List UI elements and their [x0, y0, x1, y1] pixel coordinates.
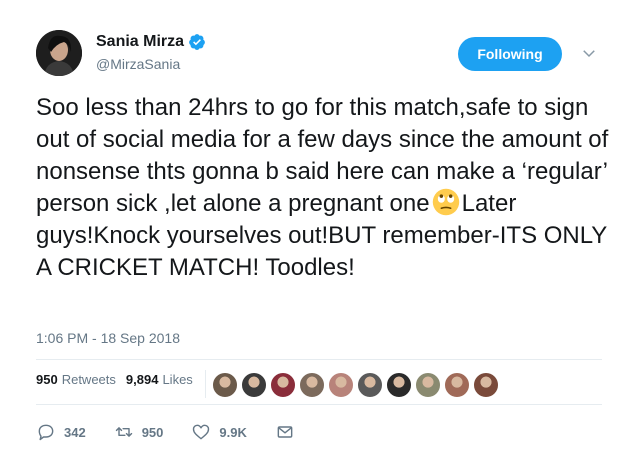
user-avatar[interactable] [36, 30, 82, 76]
divider-top [36, 359, 602, 360]
chevron-down-icon[interactable] [580, 44, 598, 62]
tweet-card: Sania Mirza @MirzaSania Following Soo le… [0, 0, 636, 468]
liker-avatar[interactable] [270, 372, 296, 398]
tweet-text-part1: Soo less than 24hrs to go for this match… [36, 94, 615, 217]
likes-label[interactable]: Likes [162, 372, 192, 387]
heart-icon [193, 424, 210, 440]
retweets-count[interactable]: 950 [36, 372, 58, 387]
user-handle[interactable]: @MirzaSania [96, 56, 180, 72]
liker-avatar[interactable] [241, 372, 267, 398]
liker-avatar[interactable] [473, 372, 499, 398]
direct-message-button[interactable] [275, 422, 303, 442]
retweet-button[interactable]: 950 [114, 422, 164, 442]
likes-count[interactable]: 9,894 [126, 372, 159, 387]
envelope-icon [277, 426, 293, 438]
reply-icon [38, 424, 54, 441]
likers-divider [205, 370, 206, 398]
tweet-actions: 342 950 9.9K [36, 422, 331, 442]
liker-avatar[interactable] [386, 372, 412, 398]
retweet-icon [115, 427, 132, 437]
liker-avatar[interactable] [299, 372, 325, 398]
liker-avatar[interactable] [212, 372, 238, 398]
liker-avatar[interactable] [357, 372, 383, 398]
like-button[interactable]: 9.9K [191, 422, 247, 442]
tweet-text: Soo less than 24hrs to go for this match… [36, 92, 616, 284]
reply-count: 342 [64, 424, 86, 440]
engagement-stats: 950 Retweets 9,894 Likes [36, 372, 203, 387]
liker-avatar[interactable] [328, 372, 354, 398]
reply-button[interactable]: 342 [36, 422, 86, 442]
retweet-count: 950 [141, 424, 164, 440]
retweets-label[interactable]: Retweets [62, 372, 116, 387]
display-name[interactable]: Sania Mirza [96, 33, 184, 51]
liker-avatar[interactable] [444, 372, 470, 398]
following-button[interactable]: Following [458, 37, 562, 71]
verified-badge-icon [189, 34, 205, 50]
divider-bottom [36, 404, 602, 405]
liker-avatar[interactable] [415, 372, 441, 398]
like-count: 9.9K [219, 424, 247, 440]
eye-roll-emoji-icon [432, 188, 459, 216]
liker-avatars [212, 372, 502, 398]
tweet-timestamp[interactable]: 1:06 PM - 18 Sep 2018 [36, 330, 180, 346]
name-row: Sania Mirza [96, 33, 206, 51]
